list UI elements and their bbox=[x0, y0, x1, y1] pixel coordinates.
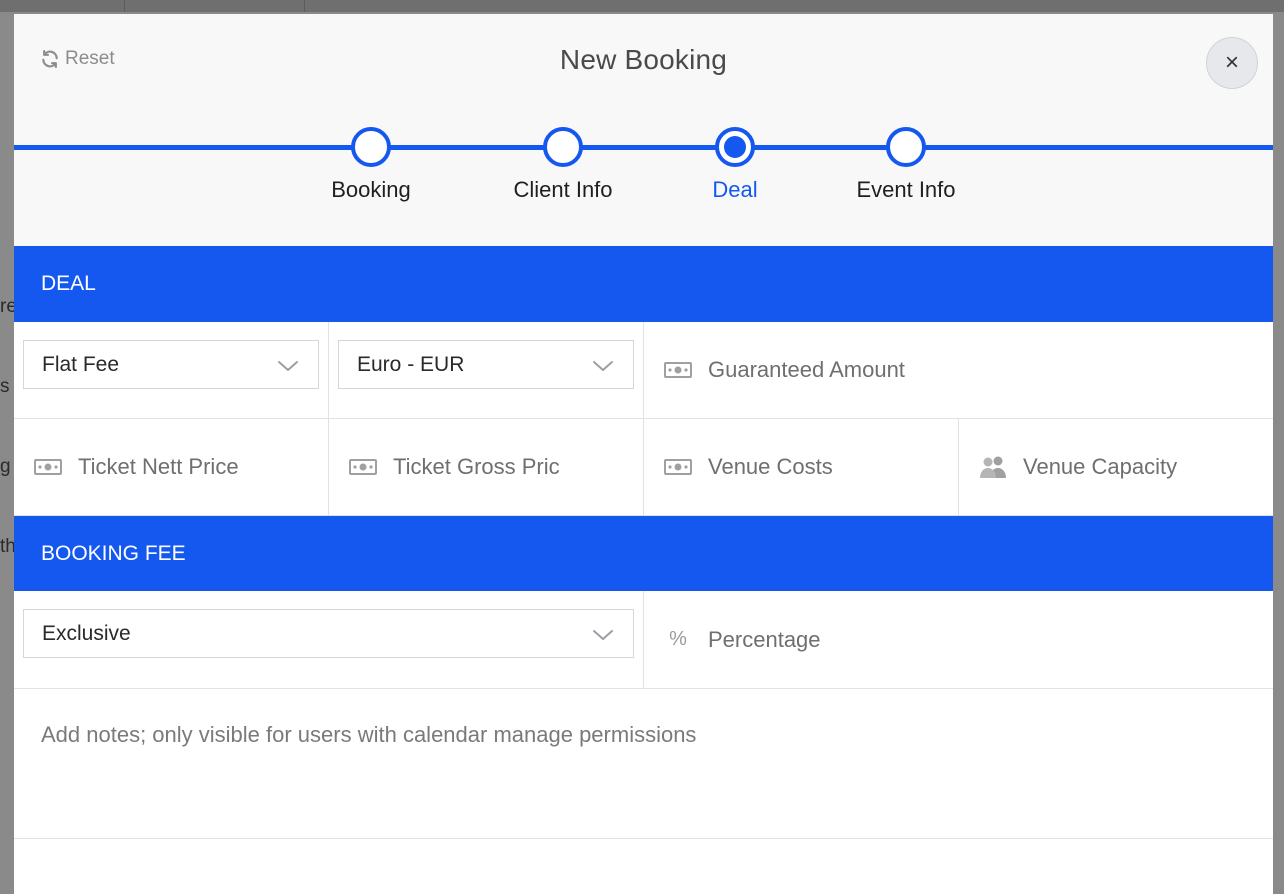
ticket-nett-price-input[interactable]: Ticket Nett Price bbox=[14, 419, 328, 515]
guaranteed-amount-placeholder: Guaranteed Amount bbox=[708, 357, 905, 382]
percent-icon: % bbox=[669, 628, 687, 650]
background-divider bbox=[304, 0, 305, 12]
venue-capacity-input[interactable]: Venue Capacity bbox=[959, 419, 1273, 515]
background-divider bbox=[124, 0, 125, 12]
venue-capacity-cell: Venue Capacity bbox=[959, 419, 1273, 515]
modal-title: New Booking bbox=[559, 44, 728, 75]
guaranteed-amount-cell: Guaranteed Amount bbox=[644, 322, 1273, 418]
step-client-info[interactable]: Client Info bbox=[473, 127, 653, 203]
venue-costs-cell: Venue Costs bbox=[644, 419, 959, 515]
step-booking[interactable]: Booking bbox=[281, 127, 461, 203]
percentage-input[interactable]: % Percentage bbox=[644, 591, 1273, 688]
background-text-fragment: g bbox=[0, 456, 11, 477]
close-button[interactable]: × bbox=[1206, 37, 1258, 89]
banknote-icon bbox=[34, 459, 62, 475]
ticket-gross-price-cell: Ticket Gross Pric bbox=[329, 419, 644, 515]
chevron-down-icon bbox=[593, 361, 613, 371]
fee-type-select[interactable]: Exclusive bbox=[23, 609, 634, 658]
percentage-cell: % Percentage bbox=[644, 591, 1273, 688]
ticket-nett-price-cell: Ticket Nett Price bbox=[14, 419, 329, 515]
ticket-gross-price-placeholder: Ticket Gross Pric bbox=[393, 454, 560, 479]
deal-section-header: DEAL bbox=[14, 246, 1273, 322]
fee-type-value: Exclusive bbox=[42, 621, 131, 645]
booking-fee-row: Exclusive % Percentage bbox=[14, 591, 1273, 689]
booking-fee-section-header: BOOKING FEE bbox=[14, 516, 1273, 591]
ticket-nett-price-placeholder: Ticket Nett Price bbox=[78, 454, 239, 479]
currency-select[interactable]: Euro - EUR bbox=[338, 340, 634, 389]
step-label: Deal bbox=[712, 177, 758, 202]
background-topbar bbox=[0, 0, 1284, 12]
chevron-down-icon bbox=[593, 630, 613, 640]
venue-costs-input[interactable]: Venue Costs bbox=[644, 419, 958, 515]
background-text-fragment: re bbox=[0, 296, 14, 317]
deal-section-title: DEAL bbox=[41, 272, 96, 295]
booking-fee-section-title: BOOKING FEE bbox=[41, 541, 186, 565]
notes-placeholder: Add notes; only visible for users with c… bbox=[41, 722, 697, 747]
chevron-down-icon bbox=[278, 361, 298, 371]
step-indicator bbox=[886, 127, 926, 167]
notes-textarea[interactable]: Add notes; only visible for users with c… bbox=[14, 689, 1273, 839]
percentage-placeholder: Percentage bbox=[708, 626, 821, 652]
background-text-fragment: th bbox=[0, 536, 14, 557]
step-label: Event Info bbox=[856, 177, 956, 202]
modal-header: Reset New Booking × Booking Client Info … bbox=[14, 14, 1273, 246]
step-indicator bbox=[543, 127, 583, 167]
currency-value: Euro - EUR bbox=[357, 352, 465, 376]
step-event-info[interactable]: Event Info bbox=[816, 127, 996, 203]
guaranteed-amount-input[interactable]: Guaranteed Amount bbox=[644, 322, 1273, 418]
background-text-fragment: s bbox=[0, 376, 10, 397]
ticket-gross-price-input[interactable]: Ticket Gross Pric bbox=[329, 419, 643, 515]
step-deal[interactable]: Deal bbox=[645, 127, 825, 203]
deal-type-select[interactable]: Flat Fee bbox=[23, 340, 319, 389]
banknote-icon bbox=[664, 362, 692, 378]
deal-row-2: Ticket Nett Price Ticket Gross Pric Venu… bbox=[14, 419, 1273, 516]
fee-type-cell: Exclusive bbox=[14, 591, 644, 688]
step-indicator-active bbox=[715, 127, 755, 167]
step-label: Booking bbox=[331, 177, 411, 202]
users-icon bbox=[980, 456, 1006, 478]
deal-row-1: Flat Fee Euro - EUR Guaranteed Amount bbox=[14, 322, 1273, 419]
step-label: Client Info bbox=[513, 177, 613, 202]
banknote-icon bbox=[664, 459, 692, 475]
close-icon: × bbox=[1224, 49, 1239, 76]
venue-capacity-placeholder: Venue Capacity bbox=[1023, 454, 1178, 479]
venue-costs-placeholder: Venue Costs bbox=[708, 454, 833, 479]
banknote-icon bbox=[349, 459, 377, 475]
deal-type-value: Flat Fee bbox=[42, 352, 120, 376]
currency-cell: Euro - EUR bbox=[329, 322, 644, 418]
step-indicator bbox=[351, 127, 391, 167]
new-booking-modal: Reset New Booking × Booking Client Info … bbox=[14, 14, 1273, 894]
deal-type-cell: Flat Fee bbox=[14, 322, 329, 418]
